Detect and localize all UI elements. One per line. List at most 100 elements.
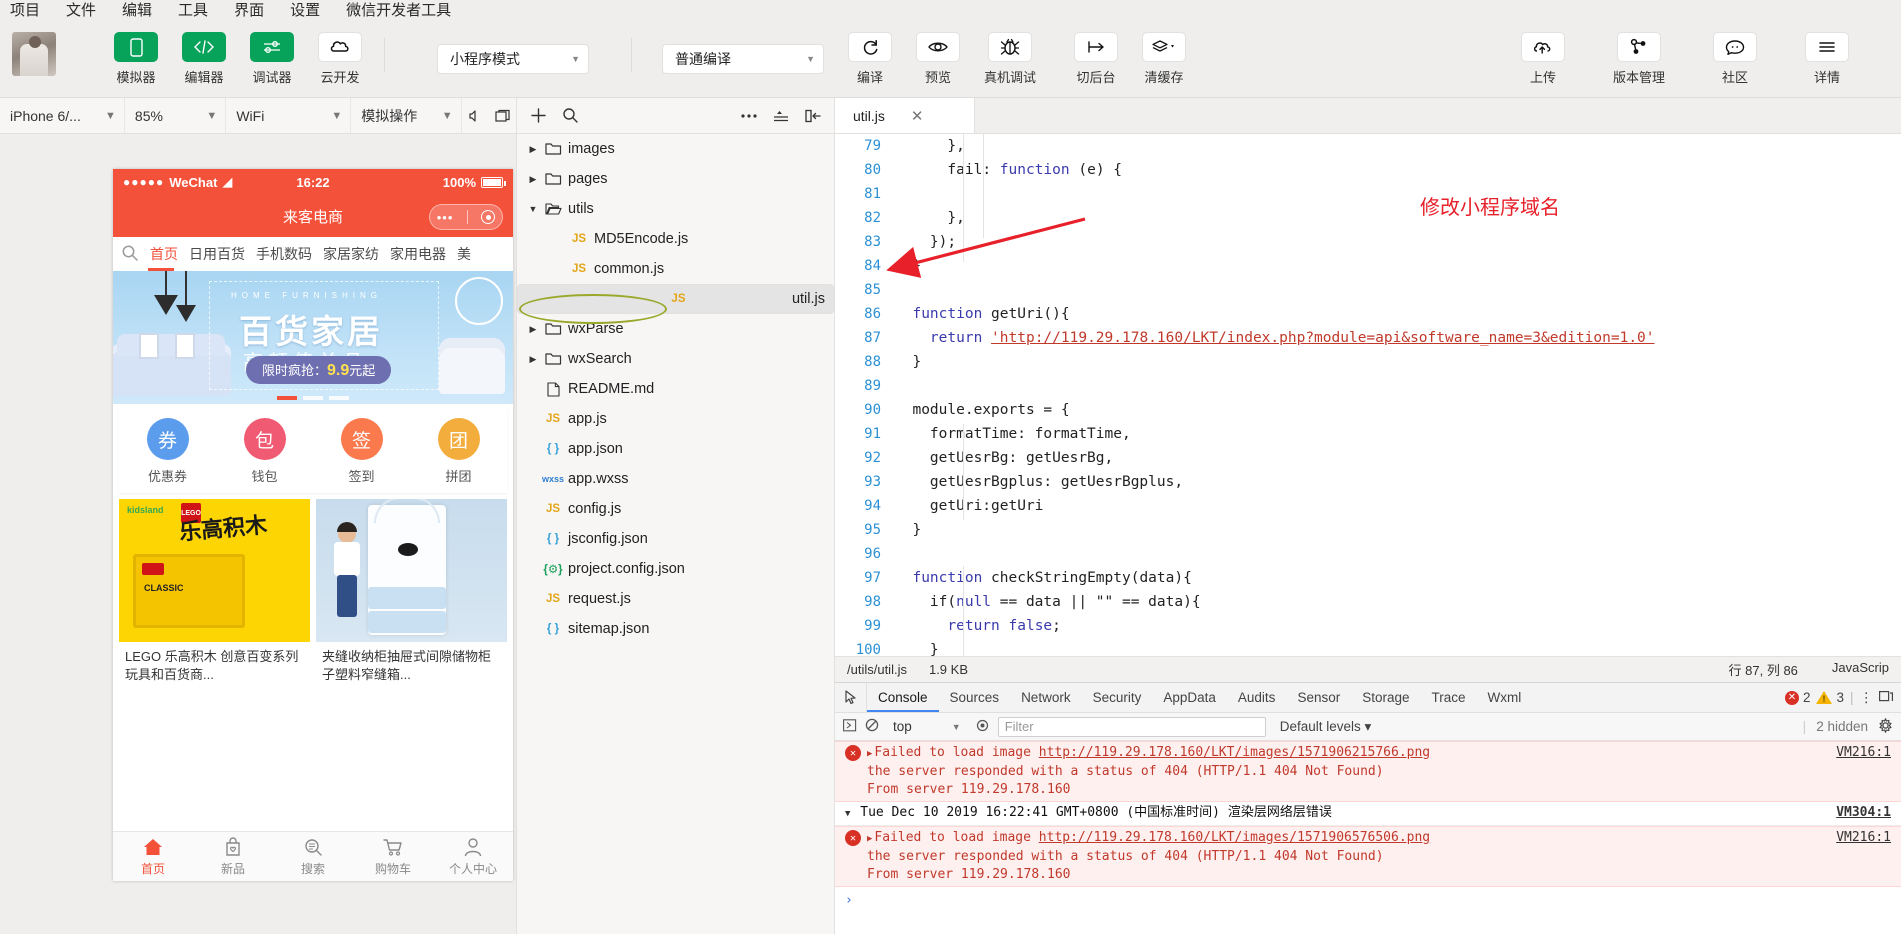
upload-button[interactable]: 上传 xyxy=(1515,32,1571,86)
capsule-close-icon[interactable] xyxy=(481,210,495,224)
warning-badge[interactable]: 3 xyxy=(1816,690,1844,705)
compile-select[interactable]: 普通编译 ▼ xyxy=(662,44,824,74)
banner-dots[interactable] xyxy=(113,396,513,400)
category-nav[interactable]: 首页 日用百货 手机数码 家居家纺 家用电器 美 xyxy=(113,237,513,271)
file-tree-item-md5encode-js[interactable]: JSMD5Encode.js xyxy=(517,224,834,254)
file-tree-item-project-config-json[interactable]: {⚙}project.config.json xyxy=(517,554,834,584)
tabbar-item-profile[interactable]: 个人中心 xyxy=(433,837,513,877)
product-card[interactable]: 夹缝收纳柜抽屉式间隙储物柜子塑料窄缝箱... xyxy=(316,499,507,825)
real-device-debug-button[interactable]: 真机调试 xyxy=(978,32,1042,86)
console-vm-link[interactable]: VM216:1 xyxy=(1836,830,1891,845)
file-tree-panel[interactable]: ▶images▶pages▼utilsJSMD5Encode.jsJScommo… xyxy=(517,134,835,934)
devtools-tab-sensor[interactable]: Sensor xyxy=(1286,683,1351,712)
execute-icon[interactable] xyxy=(843,719,857,735)
simulator-button[interactable]: 模拟器 xyxy=(108,32,164,86)
more-icon[interactable] xyxy=(736,103,762,129)
file-tree-item-readme-md[interactable]: README.md xyxy=(517,374,834,404)
chevron-right-icon[interactable]: ▶ xyxy=(525,324,541,335)
console-vm-link[interactable]: VM304:1 xyxy=(1836,805,1891,820)
clear-cache-button[interactable]: 清缓存 xyxy=(1136,32,1192,86)
file-tree-item-util-js[interactable]: JSutil.js xyxy=(517,284,834,314)
mute-icon[interactable] xyxy=(462,98,489,133)
devtools-tab-audits[interactable]: Audits xyxy=(1227,683,1287,712)
devtools-tab-security[interactable]: Security xyxy=(1082,683,1153,712)
details-button[interactable]: 详情 xyxy=(1799,32,1855,86)
file-tree-item-app-wxss[interactable]: wxssapp.wxss xyxy=(517,464,834,494)
file-tree-item-pages[interactable]: ▶pages xyxy=(517,164,834,194)
phone-preview[interactable]: ●●●●● WeChat ◢ 16:22 100% 来客电商 ••• xyxy=(113,169,513,881)
expand-icon[interactable]: ▶ xyxy=(867,749,872,759)
tabbar-item-new[interactable]: 新品 xyxy=(193,837,273,877)
window-icon[interactable] xyxy=(489,98,516,133)
console-vm-link[interactable]: VM216:1 xyxy=(1836,745,1891,760)
chevron-down-icon[interactable]: ▼ xyxy=(525,204,541,214)
console-message-link[interactable]: http://119.29.178.160/LKT/images/1571906… xyxy=(1039,830,1430,845)
file-tree-item-jsconfig-json[interactable]: { }jsconfig.json xyxy=(517,524,834,554)
clear-console-icon[interactable] xyxy=(865,718,879,735)
devtools-more-icon[interactable]: ⋮ xyxy=(1860,690,1874,706)
collapse-icon[interactable] xyxy=(768,103,794,129)
quick-entry-checkin[interactable]: 签 签到 xyxy=(313,418,410,485)
console-eye-icon[interactable] xyxy=(975,719,990,735)
search-icon[interactable] xyxy=(557,103,583,129)
menu-item-project[interactable]: 项目 xyxy=(10,4,40,18)
menu-item-edit[interactable]: 编辑 xyxy=(122,4,152,18)
file-tree-item-wxparse[interactable]: ▶wxParse xyxy=(517,314,834,344)
quick-entry-wallet[interactable]: 包 钱包 xyxy=(216,418,313,485)
capsule-more-icon[interactable]: ••• xyxy=(437,210,454,225)
expand-icon[interactable]: ▶ xyxy=(867,834,872,844)
search-icon[interactable] xyxy=(121,244,139,265)
file-tree-item-app-json[interactable]: { }app.json xyxy=(517,434,834,464)
file-tree-item-sitemap-json[interactable]: { }sitemap.json xyxy=(517,614,834,644)
zoom-select[interactable]: 85% ▼ xyxy=(125,98,226,133)
menu-item-file[interactable]: 文件 xyxy=(66,4,96,18)
tabbar-item-cart[interactable]: 购物车 xyxy=(353,837,433,877)
debugger-button[interactable]: 调试器 xyxy=(244,32,300,86)
devtools-tab-trace[interactable]: Trace xyxy=(1421,683,1477,712)
community-button[interactable]: 社区 xyxy=(1707,32,1763,86)
category-item-4[interactable]: 家用电器 xyxy=(390,244,446,264)
file-tree-item-request-js[interactable]: JSrequest.js xyxy=(517,584,834,614)
operation-select[interactable]: 模拟操作 ▼ xyxy=(351,98,461,133)
devtools-dock-icon[interactable] xyxy=(1879,690,1893,706)
tab-util-js[interactable]: util.js ✕ xyxy=(835,98,975,133)
menu-item-tools[interactable]: 工具 xyxy=(178,4,208,18)
quick-entry-group[interactable]: 团 拼团 xyxy=(410,418,507,485)
editor-button[interactable]: 编辑器 xyxy=(176,32,232,86)
devtools-tab-console[interactable]: Console xyxy=(867,683,939,712)
console-prompt[interactable]: › xyxy=(835,887,1901,914)
file-tree-item-config-js[interactable]: JSconfig.js xyxy=(517,494,834,524)
console-message-link[interactable]: http://119.29.178.160/LKT/images/1571906… xyxy=(1039,745,1430,760)
sidebar-toggle-icon[interactable] xyxy=(800,103,826,129)
tabbar-item-search[interactable]: 搜索 xyxy=(273,837,353,877)
category-item-2[interactable]: 手机数码 xyxy=(256,244,312,264)
chevron-right-icon[interactable]: ▶ xyxy=(525,174,541,185)
devtools-tab-wxml[interactable]: Wxml xyxy=(1477,683,1533,712)
menu-item-settings[interactable]: 设置 xyxy=(290,4,320,18)
context-select[interactable]: top ▼ xyxy=(887,719,967,734)
preview-button[interactable]: 预览 xyxy=(910,32,966,86)
devtools-tab-sources[interactable]: Sources xyxy=(939,683,1011,712)
file-tree-item-wxsearch[interactable]: ▶wxSearch xyxy=(517,344,834,374)
inspect-element-icon[interactable] xyxy=(835,683,867,712)
category-item-5[interactable]: 美 xyxy=(457,244,471,264)
file-tree-item-utils[interactable]: ▼utils xyxy=(517,194,834,224)
avatar[interactable] xyxy=(12,32,56,76)
settings-gear-icon[interactable] xyxy=(1878,718,1893,736)
background-button[interactable]: 切后台 xyxy=(1068,32,1124,86)
code-editor[interactable]: 79 },80 fail: function (e) {8182 },83 })… xyxy=(835,134,1901,656)
compile-button[interactable]: 编译 xyxy=(842,32,898,86)
menu-item-devtools[interactable]: 微信开发者工具 xyxy=(346,4,451,18)
file-tree-item-common-js[interactable]: JScommon.js xyxy=(517,254,834,284)
devtools-tab-storage[interactable]: Storage xyxy=(1351,683,1420,712)
console-filter-input[interactable]: Filter xyxy=(998,717,1266,737)
menu-item-ui[interactable]: 界面 xyxy=(234,4,264,18)
console-output[interactable]: ✕▶Failed to load image http://119.29.178… xyxy=(835,741,1901,934)
file-tree-item-images[interactable]: ▶images xyxy=(517,134,834,164)
version-manage-button[interactable]: 版本管理 xyxy=(1607,32,1671,86)
category-item-0[interactable]: 首页 xyxy=(150,244,178,264)
chevron-right-icon[interactable]: ▶ xyxy=(525,354,541,365)
product-card[interactable]: kidsland LEGO 乐高积木 LEGO 乐高积木 创意百变系列 玩具和百… xyxy=(119,499,310,825)
network-select[interactable]: WiFi ▼ xyxy=(226,98,351,133)
levels-select[interactable]: Default levels ▾ xyxy=(1280,719,1372,735)
